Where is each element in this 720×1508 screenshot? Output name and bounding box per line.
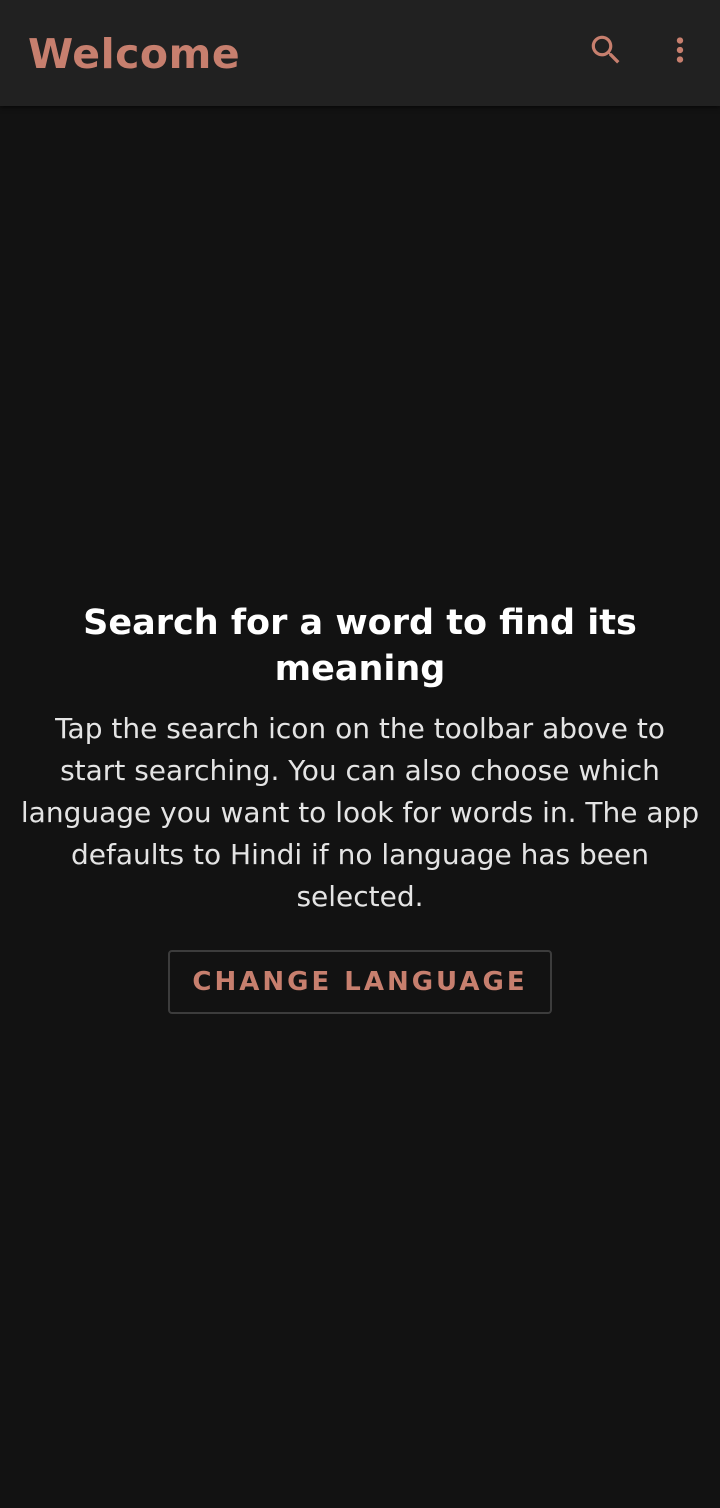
empty-state-headline: Search for a word to find its meaning — [83, 603, 637, 689]
more-vert-icon — [676, 37, 684, 63]
app-toolbar: Welcome — [0, 0, 720, 106]
search-button[interactable] — [580, 24, 632, 76]
empty-state: Search for a word to find its meaning Ta… — [0, 600, 720, 1014]
empty-state-description: Tap the search icon on the toolbar above… — [20, 712, 700, 913]
change-language-button[interactable]: CHANGE LANGUAGE — [168, 950, 552, 1014]
search-icon — [591, 35, 620, 64]
toolbar-title: Welcome — [28, 30, 241, 78]
more-options-button[interactable] — [654, 24, 706, 76]
